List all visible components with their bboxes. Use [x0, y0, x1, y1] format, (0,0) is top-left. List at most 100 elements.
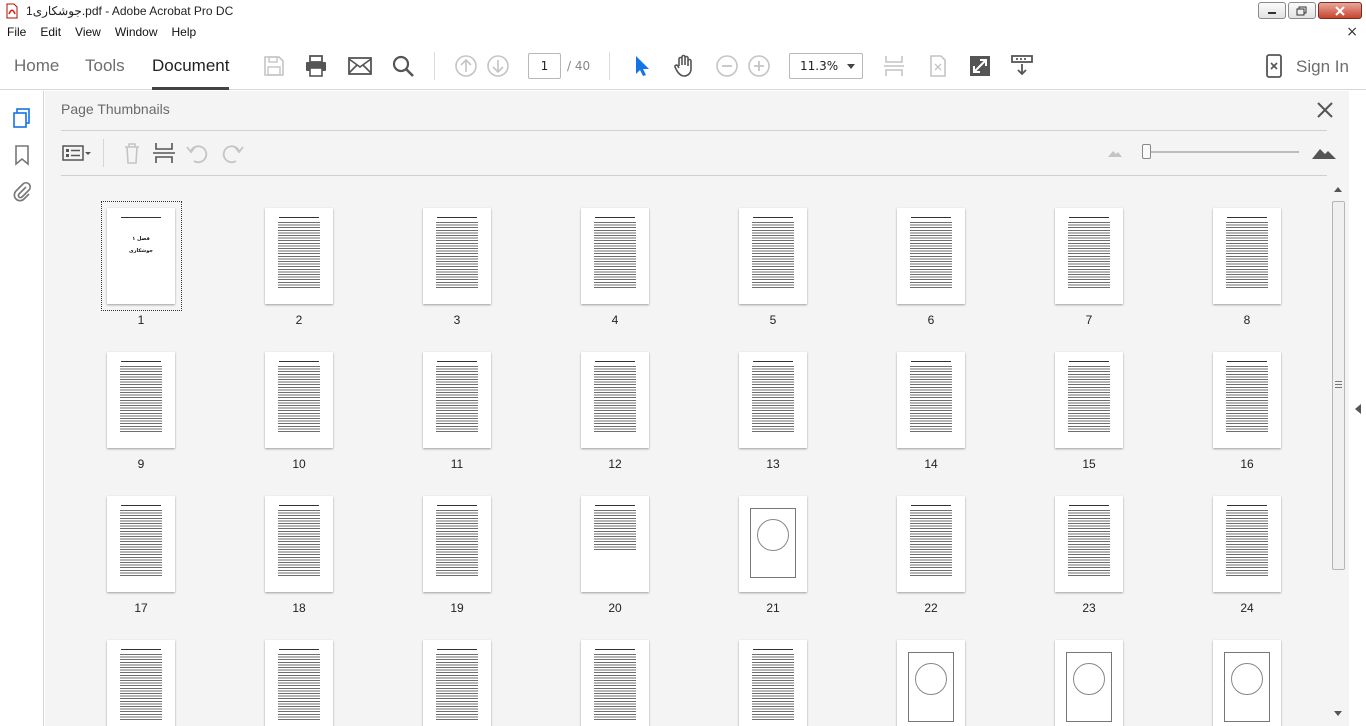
page-thumbnails-icon[interactable]	[11, 107, 33, 129]
page-preview[interactable]	[1213, 352, 1281, 448]
page-preview[interactable]	[897, 352, 965, 448]
insert-page-icon[interactable]	[151, 141, 177, 165]
page-thumbnail[interactable]: 11	[381, 332, 539, 471]
page-preview[interactable]	[581, 352, 649, 448]
tab-tools[interactable]: Tools	[85, 56, 125, 76]
rotate-clockwise-icon[interactable]	[219, 141, 245, 165]
tab-document[interactable]: Document	[152, 56, 230, 90]
page-thumbnail[interactable]	[855, 620, 1013, 726]
menu-file[interactable]: File	[0, 25, 33, 39]
next-page-icon[interactable]	[486, 54, 510, 78]
previous-page-icon[interactable]	[454, 54, 478, 78]
page-preview[interactable]	[423, 208, 491, 304]
page-preview[interactable]	[107, 640, 175, 726]
right-pane-toggle[interactable]	[1349, 91, 1366, 726]
page-preview[interactable]	[739, 496, 807, 592]
page-thumbnail[interactable]: 9	[65, 332, 223, 471]
restore-button[interactable]	[1288, 2, 1316, 19]
mobile-link-icon[interactable]	[1262, 54, 1286, 78]
page-thumbnail[interactable]	[223, 620, 381, 726]
page-thumbnail[interactable]: 2	[223, 188, 381, 327]
page-preview[interactable]	[1055, 496, 1123, 592]
page-preview[interactable]	[265, 640, 333, 726]
page-thumbnail[interactable]: 19	[381, 476, 539, 615]
page-preview[interactable]: فصل ۱ جوشکاری	[107, 208, 175, 304]
search-icon[interactable]	[391, 54, 415, 78]
page-thumbnail[interactable]: 10	[223, 332, 381, 471]
thumbnail-size-slider-handle[interactable]	[1142, 144, 1151, 159]
fit-width-icon[interactable]	[882, 54, 906, 78]
hand-tool-icon[interactable]	[672, 54, 696, 78]
thumbnail-size-slider-track[interactable]	[1147, 151, 1299, 153]
page-thumbnail[interactable]: 12	[539, 332, 697, 471]
page-thumbnail[interactable]: 16	[1171, 332, 1327, 471]
page-thumbnail[interactable]: 20	[539, 476, 697, 615]
scroll-up-icon[interactable]	[1334, 187, 1342, 192]
page-thumbnail[interactable]: 24	[1171, 476, 1327, 615]
page-preview[interactable]	[423, 352, 491, 448]
menu-view[interactable]: View	[68, 25, 108, 39]
expand-right-pane-icon[interactable]	[1355, 404, 1361, 414]
page-thumbnail[interactable]: 18	[223, 476, 381, 615]
page-thumbnail[interactable]	[381, 620, 539, 726]
bookmark-icon[interactable]	[11, 144, 33, 166]
sign-in-link[interactable]: Sign In	[1296, 57, 1349, 77]
page-thumbnail[interactable]: 8	[1171, 188, 1327, 327]
page-thumbnail[interactable]: فصل ۱ جوشکاری 1	[65, 188, 223, 327]
page-preview[interactable]	[1213, 640, 1281, 726]
page-preview[interactable]	[1055, 352, 1123, 448]
page-preview[interactable]	[107, 496, 175, 592]
page-preview[interactable]	[897, 208, 965, 304]
menu-help[interactable]: Help	[165, 25, 204, 39]
delete-page-icon[interactable]	[119, 141, 145, 165]
attachment-icon[interactable]	[11, 180, 33, 202]
page-preview[interactable]	[1055, 208, 1123, 304]
read-mode-icon[interactable]	[1010, 54, 1034, 78]
page-preview[interactable]	[897, 496, 965, 592]
page-thumbnail[interactable]: 3	[381, 188, 539, 327]
page-thumbnail[interactable]: 22	[855, 476, 1013, 615]
scroll-down-icon[interactable]	[1334, 711, 1342, 716]
zoom-in-icon[interactable]	[747, 54, 771, 78]
page-thumbnail[interactable]: 21	[697, 476, 855, 615]
close-window-button[interactable]	[1318, 2, 1362, 19]
menu-window[interactable]: Window	[108, 25, 165, 39]
close-document-icon[interactable]: ×	[1346, 24, 1358, 40]
page-preview[interactable]	[581, 496, 649, 592]
options-menu-icon[interactable]	[61, 141, 91, 165]
page-preview[interactable]	[1213, 496, 1281, 592]
page-thumbnail[interactable]: 7	[1013, 188, 1171, 327]
page-preview[interactable]	[739, 640, 807, 726]
page-thumbnail[interactable]: 23	[1013, 476, 1171, 615]
zoom-level-select[interactable]: 11.3%	[789, 53, 863, 79]
page-preview[interactable]	[897, 640, 965, 726]
page-thumbnail[interactable]	[1013, 620, 1171, 726]
page-thumbnail[interactable]: 6	[855, 188, 1013, 327]
page-thumbnail[interactable]	[1171, 620, 1327, 726]
fit-page-icon[interactable]	[926, 54, 950, 78]
select-cursor-icon[interactable]	[630, 54, 654, 78]
page-thumbnail[interactable]: 13	[697, 332, 855, 471]
print-icon[interactable]	[304, 54, 328, 78]
page-preview[interactable]	[1055, 640, 1123, 726]
vertical-scrollbar[interactable]	[1329, 91, 1349, 726]
page-thumbnail[interactable]	[65, 620, 223, 726]
rotate-counterclockwise-icon[interactable]	[185, 141, 211, 165]
page-preview[interactable]	[423, 640, 491, 726]
zoom-out-icon[interactable]	[715, 54, 739, 78]
minimize-button[interactable]	[1258, 2, 1286, 19]
page-preview[interactable]	[265, 208, 333, 304]
page-thumbnail[interactable]: 14	[855, 332, 1013, 471]
page-preview[interactable]	[265, 496, 333, 592]
small-thumbnails-icon[interactable]	[1107, 144, 1133, 168]
tab-home[interactable]: Home	[14, 56, 59, 76]
page-thumbnail[interactable]	[539, 620, 697, 726]
email-icon[interactable]	[348, 54, 372, 78]
page-preview[interactable]	[581, 640, 649, 726]
page-thumbnail[interactable]	[697, 620, 855, 726]
page-thumbnail[interactable]: 5	[697, 188, 855, 327]
page-thumbnail[interactable]: 15	[1013, 332, 1171, 471]
menu-edit[interactable]: Edit	[33, 25, 68, 39]
page-thumbnail[interactable]: 4	[539, 188, 697, 327]
page-preview[interactable]	[107, 352, 175, 448]
